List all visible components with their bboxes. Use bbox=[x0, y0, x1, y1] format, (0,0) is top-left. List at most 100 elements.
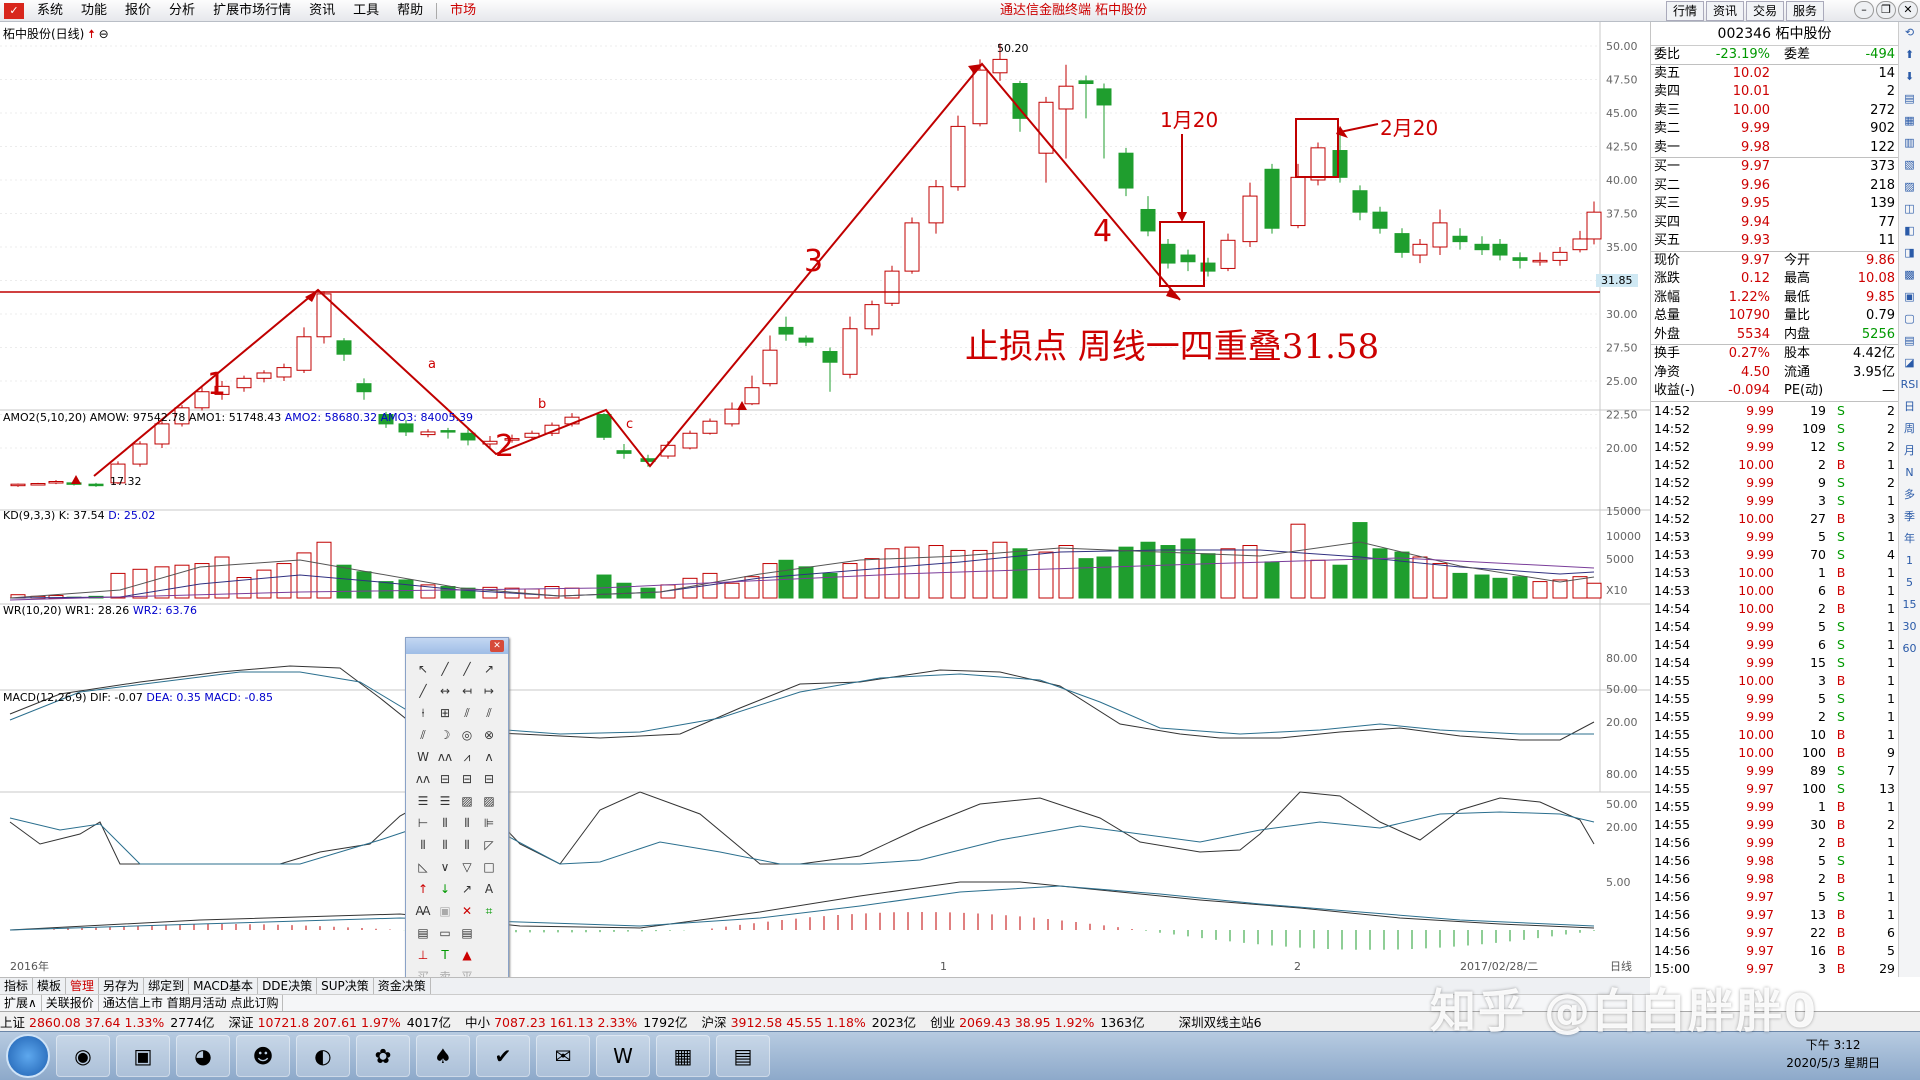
drawing-tool-icon[interactable]: ⫽ bbox=[478, 702, 500, 724]
index-item[interactable]: 深证 10721.8 207.61 1.97% 4017亿 bbox=[229, 1012, 452, 1031]
drawing-tool-icon[interactable]: ⦀ bbox=[456, 834, 478, 856]
word-icon[interactable]: W bbox=[596, 1035, 650, 1077]
period-button[interactable]: 周 bbox=[1899, 418, 1920, 440]
drawing-tool-icon[interactable]: ☽ bbox=[434, 724, 456, 746]
drawing-tool-icon[interactable]: ▽ bbox=[456, 856, 478, 878]
side-tool-icon[interactable]: ▨ bbox=[1899, 176, 1920, 198]
menu-quote[interactable]: 报价 bbox=[116, 0, 160, 22]
menu-function[interactable]: 功能 bbox=[72, 0, 116, 22]
drawing-tool-icon[interactable]: ▲ bbox=[456, 944, 478, 966]
side-tool-icon[interactable]: ▤ bbox=[1899, 88, 1920, 110]
drawing-tool-icon[interactable]: ◸ bbox=[478, 834, 500, 856]
kd-name[interactable]: KD(9,3,3) bbox=[3, 509, 55, 522]
drawing-tool-icon[interactable]: ⦀ bbox=[412, 834, 434, 856]
drawing-tool-icon[interactable]: ◎ bbox=[456, 724, 478, 746]
indicator-tab[interactable]: MACD基本 bbox=[189, 978, 259, 994]
drawing-tool-icon[interactable]: ◺ bbox=[412, 856, 434, 878]
kline-chart-area[interactable]: 50.0047.5045.0042.5040.0037.5035.0032.50… bbox=[0, 22, 1650, 977]
drawing-tool-icon[interactable]: ⦀ bbox=[456, 812, 478, 834]
securities-app-icon[interactable]: ▣ bbox=[116, 1035, 170, 1077]
drawing-tool-icon[interactable]: ☰ bbox=[434, 790, 456, 812]
side-tool-icon[interactable]: ▩ bbox=[1899, 264, 1920, 286]
side-tool-icon[interactable]: ▦ bbox=[1899, 110, 1920, 132]
drawing-tool-icon[interactable]: ⍿ bbox=[412, 702, 434, 724]
drawing-tool-icon[interactable]: ⊟ bbox=[434, 768, 456, 790]
side-tool-icon[interactable]: ⬇ bbox=[1899, 66, 1920, 88]
drawing-tool-icon[interactable]: ⩘ bbox=[456, 746, 478, 768]
folder-icon[interactable]: ▤ bbox=[716, 1035, 770, 1077]
drawing-tool-icon[interactable]: ▣ bbox=[434, 900, 456, 922]
palette-close-icon[interactable]: ✕ bbox=[490, 640, 504, 652]
drawing-tool-icon[interactable]: ↦ bbox=[478, 680, 500, 702]
drawing-tool-icon[interactable]: W bbox=[412, 746, 434, 768]
indicator-tab[interactable]: 模板 bbox=[33, 978, 67, 994]
drawing-tool-icon[interactable]: ⊢ bbox=[412, 812, 434, 834]
drawing-tool-icon[interactable]: ⊫ bbox=[478, 812, 500, 834]
side-tool-icon[interactable]: ▧ bbox=[1899, 154, 1920, 176]
drawing-tool-icon[interactable]: ▤ bbox=[412, 922, 434, 944]
restore-icon[interactable]: ❐ bbox=[1876, 1, 1896, 19]
ask-row[interactable]: 卖四 10.01 2 bbox=[1651, 83, 1898, 102]
period-button[interactable]: 15 bbox=[1899, 594, 1920, 616]
drawing-tool-icon[interactable]: ⊟ bbox=[478, 768, 500, 790]
indicator-tab[interactable]: 指标 bbox=[0, 978, 34, 994]
drawing-tool-icon[interactable]: ⫽ bbox=[412, 724, 434, 746]
drawing-tool-icon[interactable]: ʌʌ bbox=[434, 746, 456, 768]
drawing-tool-icon[interactable]: ╱ bbox=[456, 658, 478, 680]
tdx-icon[interactable]: ✔ bbox=[476, 1035, 530, 1077]
drawing-tool-icon[interactable]: ↑ bbox=[412, 878, 434, 900]
bid-row[interactable]: 买五 9.93 11 bbox=[1651, 232, 1898, 251]
side-tool-icon[interactable]: ◧ bbox=[1899, 220, 1920, 242]
calculator-icon[interactable]: ▦ bbox=[656, 1035, 710, 1077]
wr-name[interactable]: WR(10,20) bbox=[3, 604, 62, 617]
drawing-tool-icon[interactable]: ↗ bbox=[456, 878, 478, 900]
indicator-tab[interactable]: 另存为 bbox=[99, 978, 145, 994]
drawing-tool-icon[interactable]: ∨ bbox=[434, 856, 456, 878]
drawing-tool-icon[interactable]: ↖ bbox=[412, 658, 434, 680]
indicator-tab[interactable]: 绑定到 bbox=[144, 978, 190, 994]
index-item[interactable]: 沪深 3912.58 45.55 1.18% 2023亿 bbox=[702, 1012, 917, 1031]
indicator-tab[interactable]: 管理 bbox=[66, 978, 100, 994]
period-button[interactable]: 月 bbox=[1899, 440, 1920, 462]
side-tool-icon[interactable]: ▥ bbox=[1899, 132, 1920, 154]
drawing-tool-icon[interactable]: ⌗ bbox=[478, 900, 500, 922]
index-item[interactable]: 中小 7087.23 161.13 2.33% 1792亿 bbox=[465, 1012, 688, 1031]
drawing-tool-icon[interactable]: ▨ bbox=[456, 790, 478, 812]
browser-icon[interactable]: ◐ bbox=[296, 1035, 350, 1077]
index-item[interactable]: 创业 2069.43 38.95 1.92% 1363亿 bbox=[930, 1012, 1145, 1031]
dropdown-icon[interactable]: ⊖ bbox=[99, 27, 109, 41]
menu-tools[interactable]: 工具 bbox=[344, 0, 388, 22]
drawing-tool-icon[interactable]: ▤ bbox=[456, 922, 478, 944]
drawing-tool-icon[interactable]: ⊥ bbox=[412, 944, 434, 966]
drawing-tool-icon[interactable]: ▭ bbox=[434, 922, 456, 944]
menu-help[interactable]: 帮助 bbox=[388, 0, 432, 22]
period-button[interactable]: 日 bbox=[1899, 396, 1920, 418]
side-tool-icon[interactable]: ◫ bbox=[1899, 198, 1920, 220]
macd-name[interactable]: MACD(12,26,9) bbox=[3, 691, 87, 704]
period-button[interactable]: RSI bbox=[1899, 374, 1920, 396]
tick-list[interactable]: 14:52 9.99 19 S 2 14:52 9.99 109 S 2 14:52 9.99 12 S 2… bbox=[1651, 402, 1898, 978]
menu-market[interactable]: 市场 bbox=[441, 0, 485, 22]
bid-row[interactable]: 买四 9.94 77 bbox=[1651, 214, 1898, 233]
period-button[interactable]: 5 bbox=[1899, 572, 1920, 594]
amo-name[interactable]: AMO2(5,10,20) bbox=[3, 411, 86, 424]
period-button[interactable]: 1 bbox=[1899, 550, 1920, 572]
drawing-tool-icon[interactable]: ↗ bbox=[478, 658, 500, 680]
game-icon[interactable]: ☻ bbox=[236, 1035, 290, 1077]
menu-system[interactable]: 系统 bbox=[28, 0, 72, 22]
drawing-tool-icon[interactable]: T bbox=[434, 944, 456, 966]
close-icon[interactable]: ✕ bbox=[1898, 1, 1918, 19]
cards-icon[interactable]: ♠ bbox=[416, 1035, 470, 1077]
side-tool-icon[interactable]: ▣ bbox=[1899, 286, 1920, 308]
menu-news[interactable]: 资讯 bbox=[300, 0, 344, 22]
tab-info[interactable]: 资讯 bbox=[1705, 1, 1744, 21]
drawing-tool-icon[interactable]: ʌ bbox=[478, 746, 500, 768]
drawing-tool-icon[interactable]: □ bbox=[478, 856, 500, 878]
drawing-tool-icon[interactable]: ↤ bbox=[456, 680, 478, 702]
drawing-tool-icon[interactable]: ʌʌ bbox=[412, 768, 434, 790]
period-button[interactable]: 60 bbox=[1899, 638, 1920, 660]
drawing-tools-palette[interactable]: ✕ ↖ ╱ ╱ ↗ ╱ ↔ ↤ ↦ ⍿ ⊞ ⫽ ⫽ ⫽ ☽ ◎ ⊗ Wʌʌ ⩘ ʌ ʌʌ ⊟ ⊟ ⊟ ☰ ☰ ▨ ▨ ⊢ ⦀ ⦀ ⊫ ⦀ ⦀ ⦀ ◸… bbox=[405, 637, 509, 995]
drawing-tool-icon[interactable]: ✕ bbox=[456, 900, 478, 922]
ask-row[interactable]: 卖一 9.98 122 bbox=[1651, 139, 1898, 158]
drawing-tool-icon[interactable]: A bbox=[478, 878, 500, 900]
